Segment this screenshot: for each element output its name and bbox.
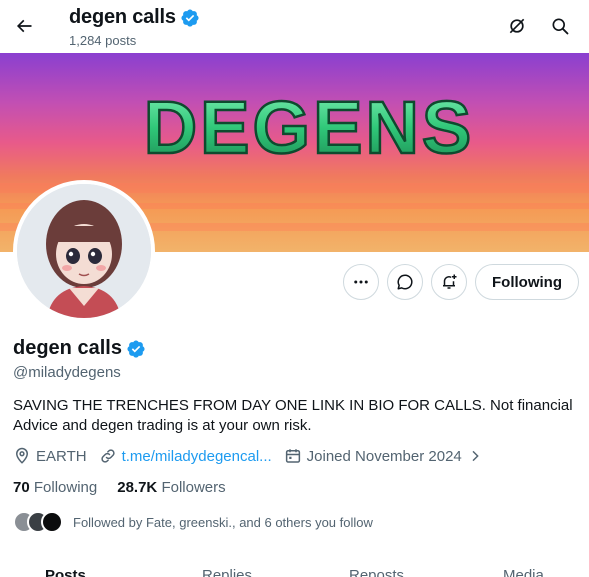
following-count: 70 (13, 479, 30, 496)
tab-replies[interactable]: Replies (202, 567, 252, 577)
following-count-label: Following (33, 479, 98, 496)
tab-reposts[interactable]: Reposts (349, 567, 404, 577)
profile-handle: @miladydegens (13, 364, 121, 381)
grok-button[interactable] (500, 9, 534, 43)
location-text: EARTH (36, 447, 87, 465)
link-icon (100, 449, 115, 463)
banner-logo-text: DEGENS (144, 86, 475, 169)
more-button[interactable] (343, 264, 379, 300)
tab-posts[interactable]: Posts (45, 567, 86, 577)
search-button[interactable] (543, 9, 577, 43)
profile-tabs: Posts Replies Reposts Media (0, 562, 589, 577)
mutual-avatars (13, 511, 63, 533)
header-name: degen calls (69, 6, 176, 28)
post-count: 1,284 posts (69, 33, 137, 48)
location-item: EARTH (13, 447, 87, 465)
mutual-avatar (41, 511, 63, 533)
profile-name: degen calls (13, 337, 146, 360)
followed-by-text: Followed by Fate, greenski., and 6 other… (73, 514, 373, 530)
profile-avatar[interactable] (13, 180, 155, 322)
follow-counts: 70 Following 28.7K Followers (13, 479, 226, 496)
profile-link[interactable]: t.me/miladydegencal... (122, 448, 272, 465)
notifications-button[interactable] (431, 264, 467, 300)
chevron-right-icon (472, 450, 479, 462)
back-button[interactable] (6, 8, 42, 44)
arrow-left-icon (16, 19, 32, 33)
profile-bio: SAVING THE TRENCHES FROM DAY ONE LINK IN… (13, 397, 573, 434)
verified-badge-icon (181, 8, 199, 27)
verified-badge-icon[interactable] (126, 339, 146, 359)
followers-you-know[interactable]: Followed by Fate, greenski., and 6 other… (13, 511, 373, 533)
more-dots-icon (354, 280, 368, 284)
profile-display-name: degen calls (13, 337, 122, 359)
bell-plus-icon (443, 274, 457, 289)
grok-icon (509, 18, 525, 34)
search-icon (552, 18, 569, 35)
tab-media[interactable]: Media (503, 567, 544, 577)
followers-count-label: Followers (161, 479, 226, 496)
profile-header: degen calls 1,284 posts (0, 0, 589, 53)
followers-count: 28.7K (117, 479, 158, 496)
message-button[interactable] (387, 264, 423, 300)
joined-text: Joined November 2024 (306, 447, 462, 465)
link-item: t.me/miladydegencal... (99, 447, 272, 465)
profile-meta: EARTH t.me/miladydegencal... Joined Nove… (13, 447, 495, 465)
header-title: degen calls (69, 6, 200, 29)
location-pin-icon (15, 447, 29, 464)
calendar-icon (285, 449, 300, 463)
following-count-link[interactable]: 70 Following (13, 479, 97, 496)
message-icon (397, 274, 413, 290)
followers-count-link[interactable]: 28.7K Followers (117, 479, 225, 496)
avatar-illustration (17, 184, 151, 318)
joined-item[interactable]: Joined November 2024 (284, 447, 483, 465)
following-button[interactable]: Following (475, 264, 579, 300)
